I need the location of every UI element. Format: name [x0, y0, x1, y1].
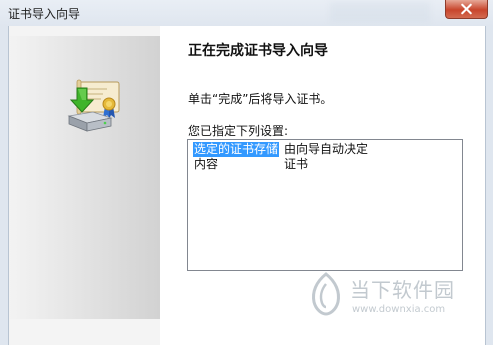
page-title: 正在完成证书导入向导 [188, 43, 328, 59]
settings-row[interactable]: 内容 证书 [188, 157, 462, 172]
watermark-url: www.downxia.com [352, 304, 446, 315]
watermark: 当下软件园 www.downxia.com [300, 268, 485, 328]
settings-label: 您已指定下列设置: [188, 124, 289, 138]
window-frame-left [0, 26, 9, 345]
instruction-text: 单击“完成”后将导入证书。 [188, 92, 333, 106]
window-title: 证书导入向导 [8, 7, 81, 21]
setting-value: 证书 [284, 157, 309, 171]
certificate-import-wizard-window: 证书导入向导 正在完成证书导入向导 单击“完成”后将导入证书。 您已指定下列设置… [0, 0, 493, 345]
title-bar[interactable]: 证书导入向导 [0, 0, 493, 27]
close-icon [461, 3, 472, 15]
watermark-title: 当下软件园 [350, 278, 455, 302]
settings-list[interactable]: 选定的证书存储 由向导自动决定 内容 证书 [187, 139, 463, 271]
watermark-logo-icon [312, 272, 340, 316]
setting-name: 选定的证书存储 [193, 142, 280, 157]
title-bar-blur [330, 2, 430, 22]
window-frame-right [485, 26, 493, 345]
certificate-import-icon [67, 79, 120, 132]
close-button[interactable] [445, 0, 488, 19]
wizard-sidebar [9, 36, 160, 319]
setting-name: 内容 [194, 157, 219, 171]
setting-value: 由向导自动决定 [284, 142, 369, 156]
settings-row[interactable]: 选定的证书存储 由向导自动决定 [188, 142, 462, 157]
